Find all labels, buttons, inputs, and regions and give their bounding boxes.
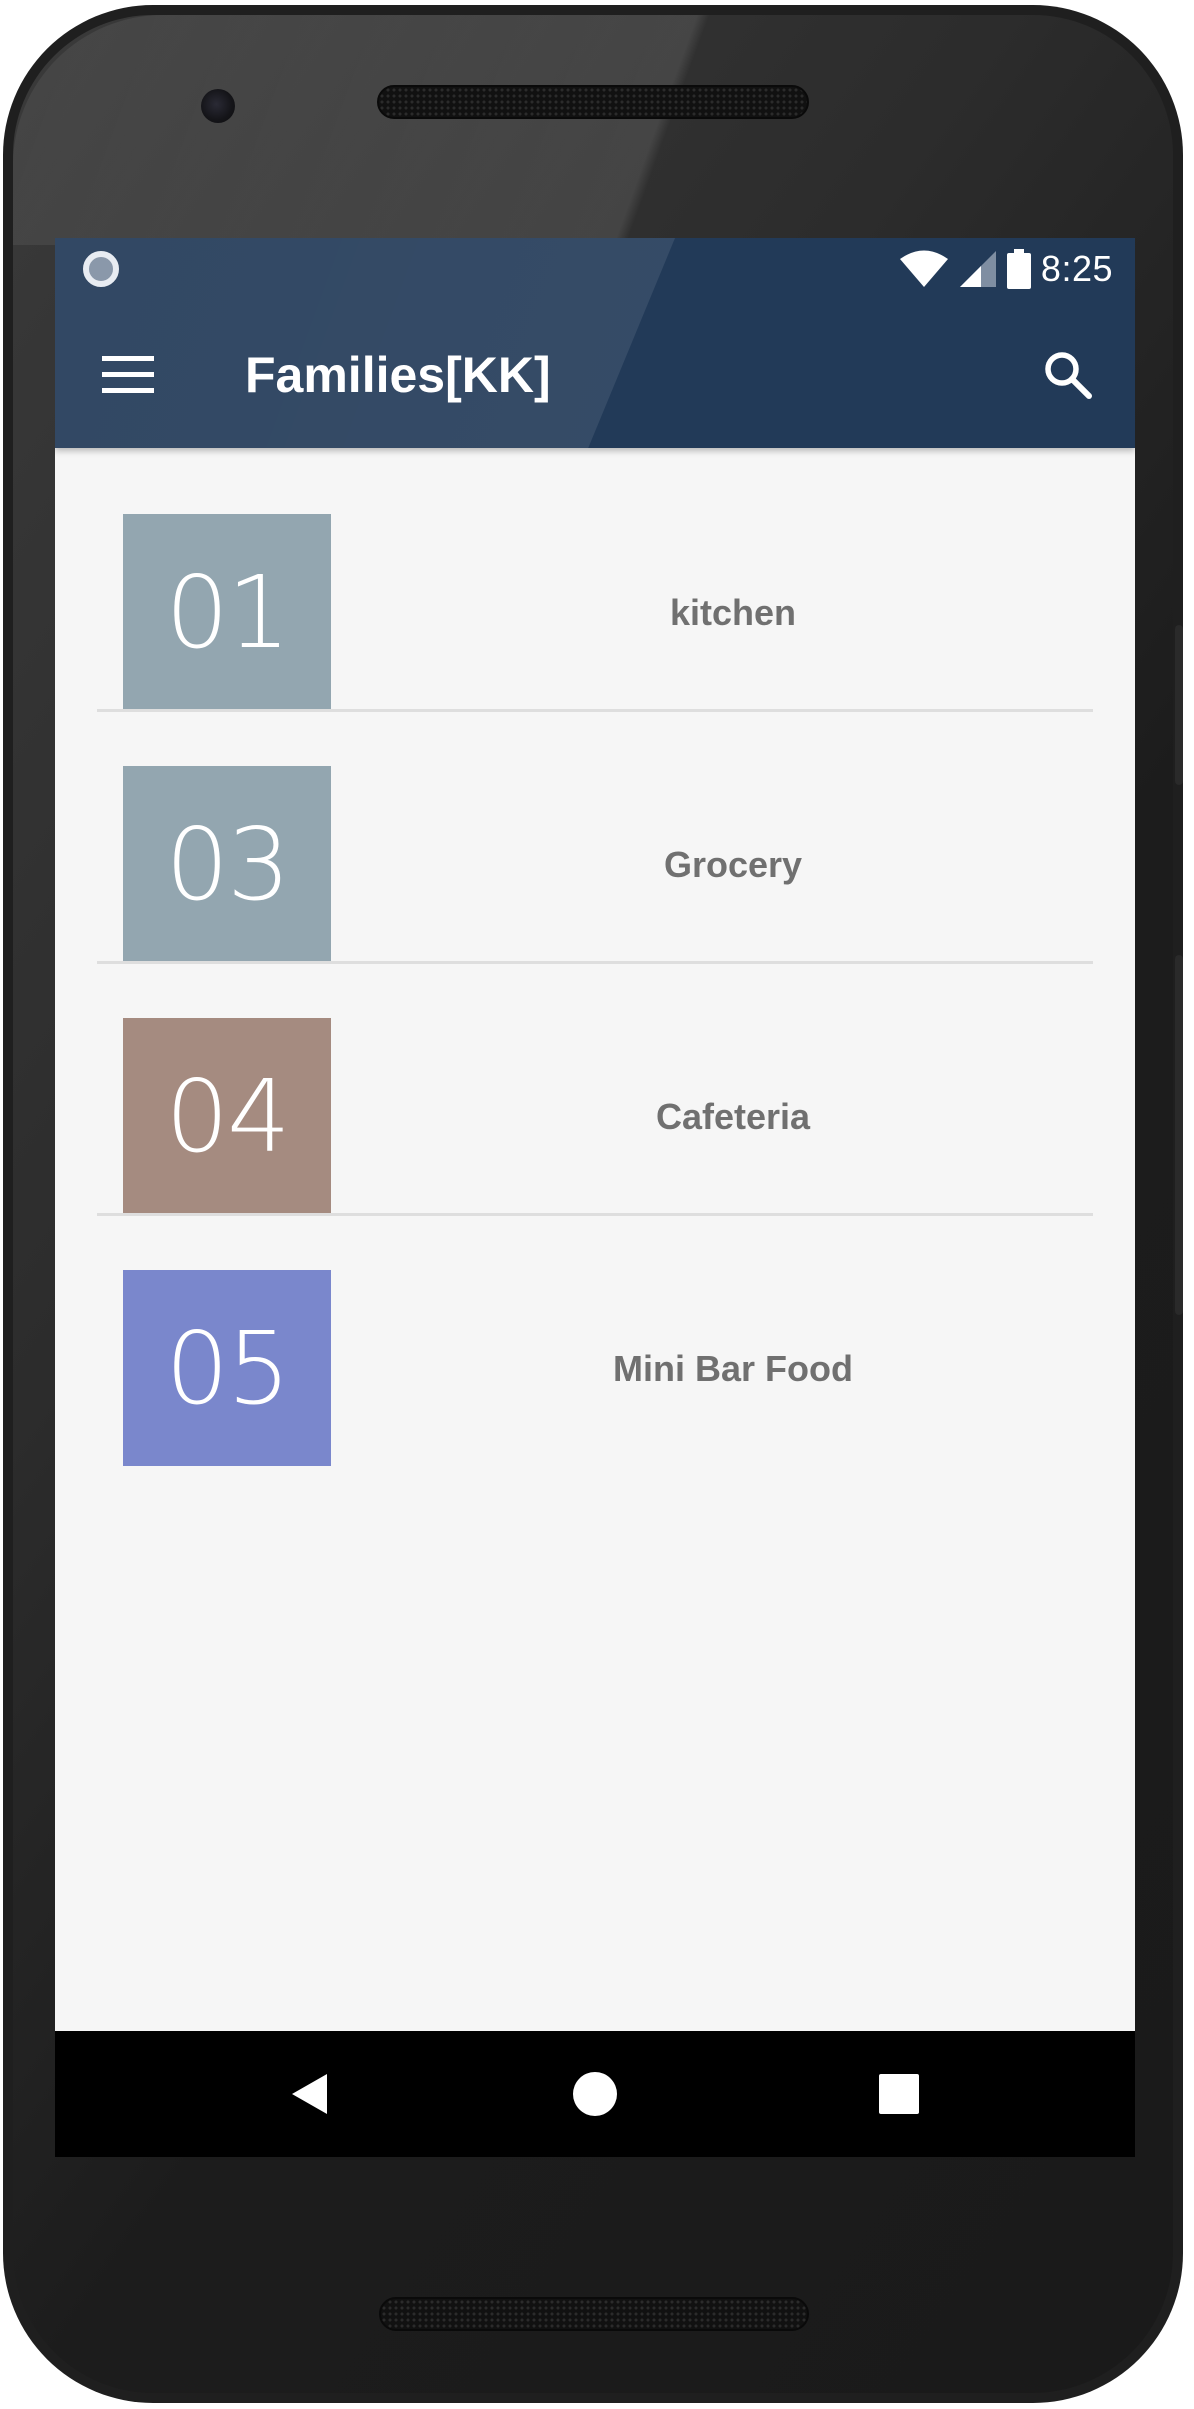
front-camera-icon: [201, 89, 235, 123]
notification-dot-icon: [83, 251, 119, 287]
family-name: Cafeteria: [655, 1096, 811, 1137]
hamburger-menu-icon: [102, 356, 154, 393]
bottom-speaker: [379, 2297, 809, 2331]
battery-icon: [1006, 249, 1031, 289]
status-icons: 8:25: [899, 246, 1113, 292]
search-button[interactable]: [1031, 338, 1105, 412]
recents-button[interactable]: [859, 2054, 939, 2134]
status-time: 8:25: [1040, 248, 1113, 289]
wifi-icon: [899, 250, 948, 287]
phone-frame: 8:25 Families[KK] 01 kitchen 03 Grocery …: [3, 5, 1183, 2403]
family-name: Grocery: [663, 844, 803, 885]
family-item-grocery[interactable]: 03 Grocery: [55, 700, 1135, 964]
family-name: kitchen: [669, 592, 797, 633]
family-code-tile: 03: [123, 766, 331, 962]
search-icon: [1045, 352, 1092, 399]
top-speaker: [377, 85, 809, 119]
back-button[interactable]: [269, 2054, 349, 2134]
back-icon: [292, 2074, 327, 2114]
app-bar: 8:25 Families[KK]: [55, 238, 1135, 448]
cellular-signal-icon: [959, 251, 996, 287]
family-code-tile: 01: [123, 514, 331, 710]
recents-icon: [879, 2074, 919, 2114]
status-bar: 8:25: [55, 238, 1135, 300]
family-code-tile: 04: [123, 1018, 331, 1214]
family-name: Mini Bar Food: [613, 1348, 853, 1389]
phone-gloss: [13, 15, 1173, 245]
family-item-cafeteria[interactable]: 04 Cafeteria: [55, 952, 1135, 1216]
home-button[interactable]: [555, 2054, 635, 2134]
family-item-mini-bar-food[interactable]: 05 Mini Bar Food: [55, 1204, 1135, 1466]
page-title: Families[KK]: [245, 347, 551, 403]
home-icon: [573, 2072, 617, 2116]
family-item-kitchen[interactable]: 01 kitchen: [55, 448, 1135, 712]
toolbar: Families[KK]: [55, 300, 1135, 448]
volume-button: [1175, 625, 1183, 785]
power-button: [1175, 955, 1183, 1315]
navigation-bar: [55, 2031, 1135, 2157]
menu-button[interactable]: [93, 340, 163, 410]
family-code-tile: 05: [123, 1270, 331, 1466]
screen: 8:25 Families[KK] 01 kitchen 03 Grocery …: [55, 238, 1135, 2157]
